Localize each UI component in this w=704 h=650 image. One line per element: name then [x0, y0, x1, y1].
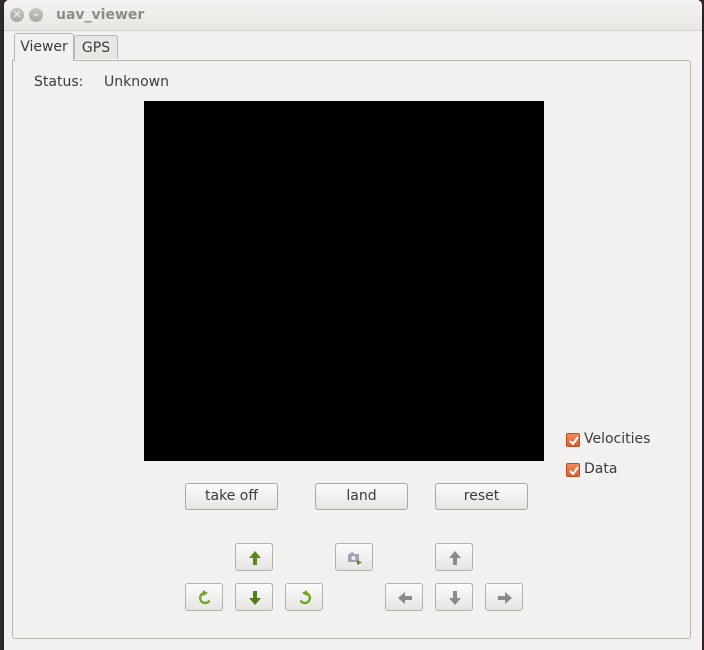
switch-camera-button[interactable]	[335, 543, 373, 571]
down-arrow-icon	[449, 591, 461, 605]
right-arrow-icon	[498, 592, 512, 604]
title-bar: ✕ – uav_viewer	[4, 0, 702, 31]
move-up-button[interactable]	[435, 543, 473, 571]
rotate-right-button[interactable]	[285, 583, 323, 611]
window-title: uav_viewer	[56, 7, 145, 23]
up-arrow-icon	[249, 551, 261, 565]
tab-gps[interactable]: GPS	[74, 35, 118, 59]
app-window: ✕ – uav_viewer Viewer GPS Status: Unknow…	[4, 0, 702, 650]
close-window-icon[interactable]: ✕	[10, 8, 24, 22]
camera-switch-icon	[348, 552, 362, 565]
rotate-left-button[interactable]	[185, 583, 223, 611]
take-off-button[interactable]: take off	[185, 483, 278, 510]
tab-viewer[interactable]: Viewer	[14, 33, 74, 61]
move-backward-button[interactable]	[235, 583, 273, 611]
status-value: Unknown	[104, 74, 169, 90]
down-arrow-icon	[249, 591, 261, 605]
up-arrow-icon	[449, 551, 461, 565]
rotate-left-icon	[199, 590, 211, 605]
move-left-button[interactable]	[385, 583, 423, 611]
left-arrow-icon	[398, 592, 412, 604]
velocities-label: Velocities	[584, 431, 651, 447]
rotate-right-icon	[299, 590, 311, 605]
move-right-button[interactable]	[485, 583, 523, 611]
land-button[interactable]: land	[315, 483, 408, 510]
status-label: Status:	[34, 74, 84, 90]
move-forward-button[interactable]	[235, 543, 273, 571]
checkbox-checked-icon[interactable]	[566, 463, 580, 477]
move-down-button[interactable]	[435, 583, 473, 611]
minimize-window-icon[interactable]: –	[29, 8, 43, 22]
camera-view	[144, 101, 544, 461]
data-label: Data	[584, 461, 618, 477]
checkbox-checked-icon[interactable]	[566, 433, 580, 447]
reset-button[interactable]: reset	[435, 483, 528, 510]
